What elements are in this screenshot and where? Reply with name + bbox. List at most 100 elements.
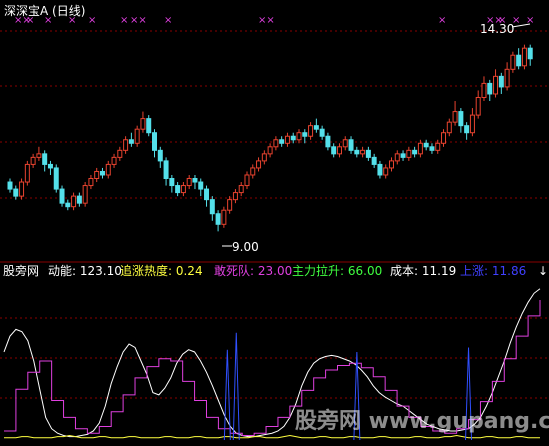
candle-body <box>47 163 53 169</box>
candle-body <box>261 153 267 162</box>
candle-body <box>19 181 25 197</box>
candle-body <box>446 121 452 134</box>
candle-body <box>365 149 371 158</box>
candle-body <box>267 146 273 155</box>
candle-body <box>24 163 30 183</box>
candle-body <box>290 135 296 141</box>
candle-body <box>180 185 186 194</box>
indicator-grid <box>0 317 549 399</box>
candle-body <box>42 153 48 165</box>
candle-body <box>30 156 36 165</box>
signal-mark: × <box>438 15 446 26</box>
candle-body <box>394 153 400 162</box>
candle-body <box>105 163 111 176</box>
candle-body <box>527 47 533 60</box>
candle-body <box>331 146 337 155</box>
candle-body <box>284 135 290 144</box>
candle-body <box>221 209 227 225</box>
chart-title: 深深宝A (日线) <box>4 4 85 18</box>
candle-body <box>140 118 146 130</box>
candle-body <box>319 128 325 137</box>
candle-body <box>227 199 233 211</box>
candle-body <box>487 82 493 95</box>
indicator-legend: 股旁网 动能: 123.10 追涨热度: 0.24 敢死队: 23.00 主力拉… <box>3 263 548 278</box>
candle-body <box>342 139 348 148</box>
legend-shangzhang: 上涨: 11.86 <box>460 263 526 278</box>
candle-body <box>36 153 42 158</box>
candle-body <box>186 178 192 187</box>
candle-body <box>521 47 527 67</box>
watermark: 股旁网 www.gupang.com <box>295 408 549 434</box>
price-candles <box>7 44 533 232</box>
signal-mark: ×× <box>130 15 147 26</box>
candle-body <box>157 149 163 162</box>
candle-body <box>163 160 169 180</box>
candle-body <box>59 188 65 204</box>
spike-mark <box>232 332 240 441</box>
candle-body <box>400 153 406 158</box>
candle-body <box>94 170 100 180</box>
candle-body <box>435 142 441 151</box>
candle-body <box>65 202 71 208</box>
candle-body <box>152 132 158 151</box>
signal-mark: × <box>120 15 128 26</box>
candle-body <box>481 82 487 98</box>
candle-body <box>464 125 470 134</box>
candle-body <box>336 146 342 155</box>
high-price-label: 14.30 <box>480 22 514 36</box>
spike-mark <box>223 349 231 441</box>
legend-zhuli: 主力拉升: 66.00 <box>292 263 382 278</box>
legend-dongneng: 动能: 123.10 <box>48 264 122 278</box>
candle-body <box>510 54 516 70</box>
candle-body <box>146 118 152 134</box>
price-grid <box>0 30 549 199</box>
candle-body <box>117 149 123 158</box>
candle-body <box>215 213 221 225</box>
candle-body <box>417 142 423 155</box>
candle-body <box>441 132 447 144</box>
candle-body <box>308 125 314 137</box>
signal-marks: ××× × × × × ×× × ×× × ××× × × <box>14 15 534 26</box>
candle-body <box>134 128 140 144</box>
candle-body <box>313 125 319 130</box>
legend-gansi: 敢死队: 23.00 <box>214 263 292 278</box>
legend-arrow: ↓ <box>538 264 548 278</box>
candle-body <box>53 167 59 190</box>
candle-body <box>296 132 302 141</box>
candle-body <box>504 68 510 88</box>
stock-chart: ××× × × × × ×× × ×× × ××× × × 深深宝A (日线) 14.30 9.00 … <box>0 4 549 441</box>
candle-body <box>452 111 458 123</box>
candle-body <box>192 178 198 183</box>
candle-body <box>412 149 418 155</box>
candle-body <box>238 185 244 194</box>
candle-body <box>204 188 210 201</box>
candle-body <box>354 149 360 155</box>
candle-body <box>458 111 464 127</box>
candle-body <box>325 135 331 148</box>
candle-body <box>493 75 499 95</box>
candle-body <box>383 167 389 176</box>
candle-body <box>302 132 308 137</box>
candle-body <box>429 146 435 151</box>
candle-body <box>406 149 412 158</box>
candle-body <box>388 160 394 169</box>
candle-body <box>244 174 250 187</box>
candle-body <box>377 163 383 176</box>
candle-body <box>279 139 285 144</box>
candle-body <box>99 170 105 176</box>
signal-mark: ×× <box>258 15 275 26</box>
indicator-series-line <box>4 434 540 439</box>
legend-site: 股旁网 <box>3 263 39 278</box>
candle-body <box>250 167 256 176</box>
candle-body <box>123 139 129 151</box>
candle-body <box>423 142 429 148</box>
candle-body <box>516 54 522 67</box>
candle-body <box>128 139 134 144</box>
candle-body <box>232 192 238 201</box>
candle-body <box>13 188 19 197</box>
candle-body <box>111 156 117 165</box>
candle-body <box>469 114 475 134</box>
candle-body <box>88 178 94 187</box>
candle-body <box>175 185 181 194</box>
legend-zhuizhang: 追涨热度: 0.24 <box>120 263 203 278</box>
